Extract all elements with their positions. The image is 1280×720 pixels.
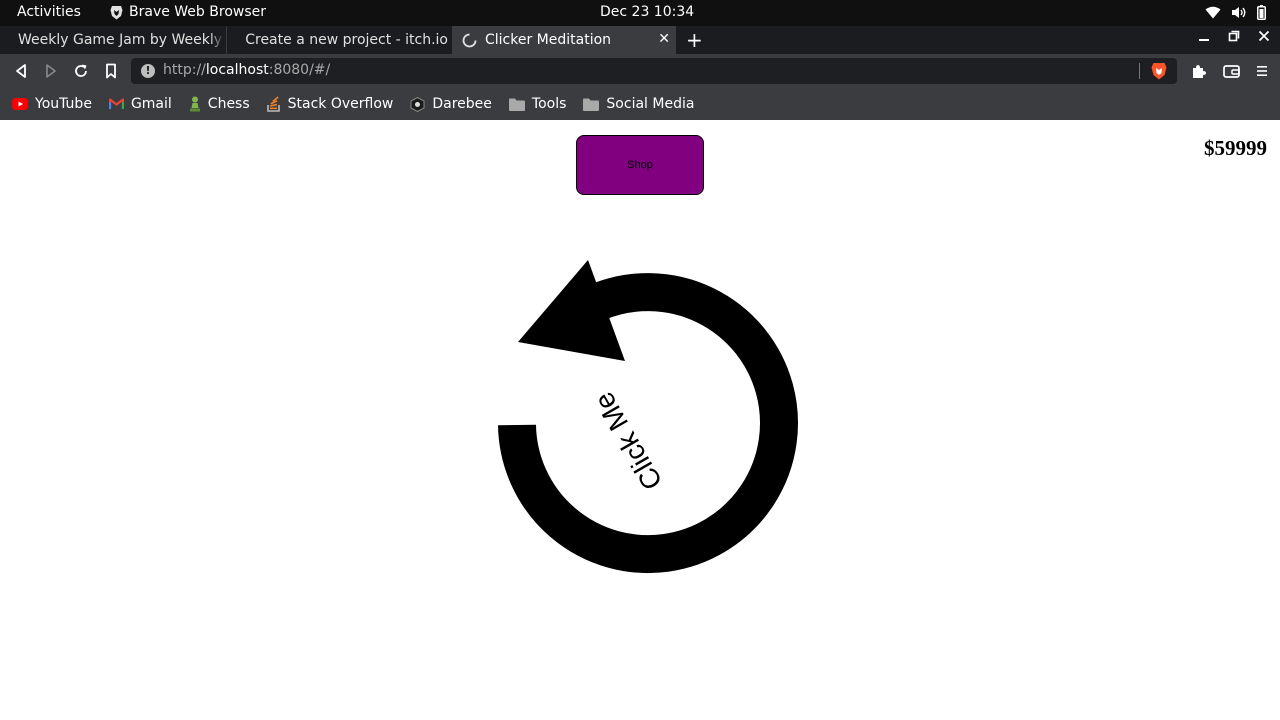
reload-icon[interactable] (72, 62, 90, 80)
tab-label: Create a new project - itch.io (245, 32, 448, 48)
bookmarks-bar: YouTube Gmail Chess Stack Overflow Dareb… (0, 88, 1280, 120)
brave-shields-icon[interactable] (1151, 62, 1167, 80)
tab-label: Weekly Game Jam by Weekly Game Jam (18, 32, 224, 48)
address-url[interactable]: http://localhost:8080/#/ (163, 62, 330, 78)
click-me-button[interactable]: Click Me (490, 250, 810, 590)
shop-button-label: Shop (627, 159, 653, 171)
wallet-icon[interactable] (1223, 64, 1240, 78)
close-window-icon[interactable] (1258, 30, 1270, 42)
bookmark-folder-social-media[interactable]: Social Media (583, 96, 694, 112)
restore-icon[interactable] (1228, 30, 1240, 42)
activities-button[interactable]: Activities (17, 4, 81, 20)
loading-spinner-icon (462, 33, 477, 47)
tab-weekly-game-jam[interactable]: Weekly Game Jam by Weekly Game Jam (0, 26, 224, 54)
tab-label: Clicker Meditation (485, 32, 612, 48)
bookmark-folder-tools[interactable]: Tools (508, 96, 566, 112)
window-controls (1198, 30, 1270, 42)
bookmark-stack-overflow[interactable]: Stack Overflow (266, 96, 393, 112)
bookmark-youtube[interactable]: YouTube (12, 96, 92, 112)
stack-overflow-icon (266, 96, 280, 112)
darebee-icon (410, 96, 425, 112)
bookmark-chess[interactable]: Chess (189, 96, 250, 112)
bookmark-darebee[interactable]: Darebee (410, 96, 492, 112)
toolbar-actions (1191, 63, 1268, 79)
rotate-arrow-icon (498, 260, 798, 574)
site-info-icon[interactable]: ! (141, 64, 155, 78)
app-name-label: Brave Web Browser (129, 4, 266, 20)
browser-toolbar: ! http://localhost:8080/#/ (0, 54, 1280, 88)
shop-button[interactable]: Shop (576, 135, 704, 195)
battery-icon (1257, 5, 1266, 20)
clock[interactable]: Dec 23 10:34 (600, 4, 694, 20)
tab-clicker-meditation[interactable]: Clicker Meditation ✕ (452, 26, 676, 54)
wifi-icon (1205, 6, 1221, 19)
gmail-icon (108, 98, 124, 109)
money-counter: $59999 (1204, 136, 1267, 160)
hamburger-menu-icon[interactable] (1256, 65, 1268, 77)
extensions-puzzle-icon[interactable] (1191, 63, 1207, 79)
folder-icon (583, 98, 600, 111)
bookmark-gmail[interactable]: Gmail (108, 96, 172, 112)
folder-icon (508, 98, 525, 111)
tab-create-project[interactable]: Create a new project - itch.io (226, 26, 448, 54)
page-content: Shop $59999 Click Me (0, 120, 1280, 720)
tab-strip: Weekly Game Jam by Weekly Game Jam Creat… (0, 26, 1280, 54)
volume-icon (1232, 7, 1246, 18)
app-menu[interactable]: Brave Web Browser (110, 4, 266, 20)
click-me-label: Click Me (588, 387, 669, 495)
youtube-icon (12, 98, 28, 110)
system-top-bar: Activities Brave Web Browser Dec 23 10:3… (0, 0, 1280, 26)
forward-icon[interactable] (42, 62, 60, 80)
new-tab-button[interactable]: + (686, 28, 703, 52)
close-tab-icon[interactable]: ✕ (658, 31, 670, 47)
minimize-icon[interactable] (1198, 30, 1210, 42)
brave-lion-icon (110, 5, 123, 19)
chess-pawn-icon (189, 96, 200, 112)
system-tray[interactable] (1205, 5, 1266, 20)
address-bar[interactable]: ! http://localhost:8080/#/ (131, 58, 1177, 84)
bookmark-icon[interactable] (102, 62, 120, 80)
back-icon[interactable] (12, 62, 30, 80)
